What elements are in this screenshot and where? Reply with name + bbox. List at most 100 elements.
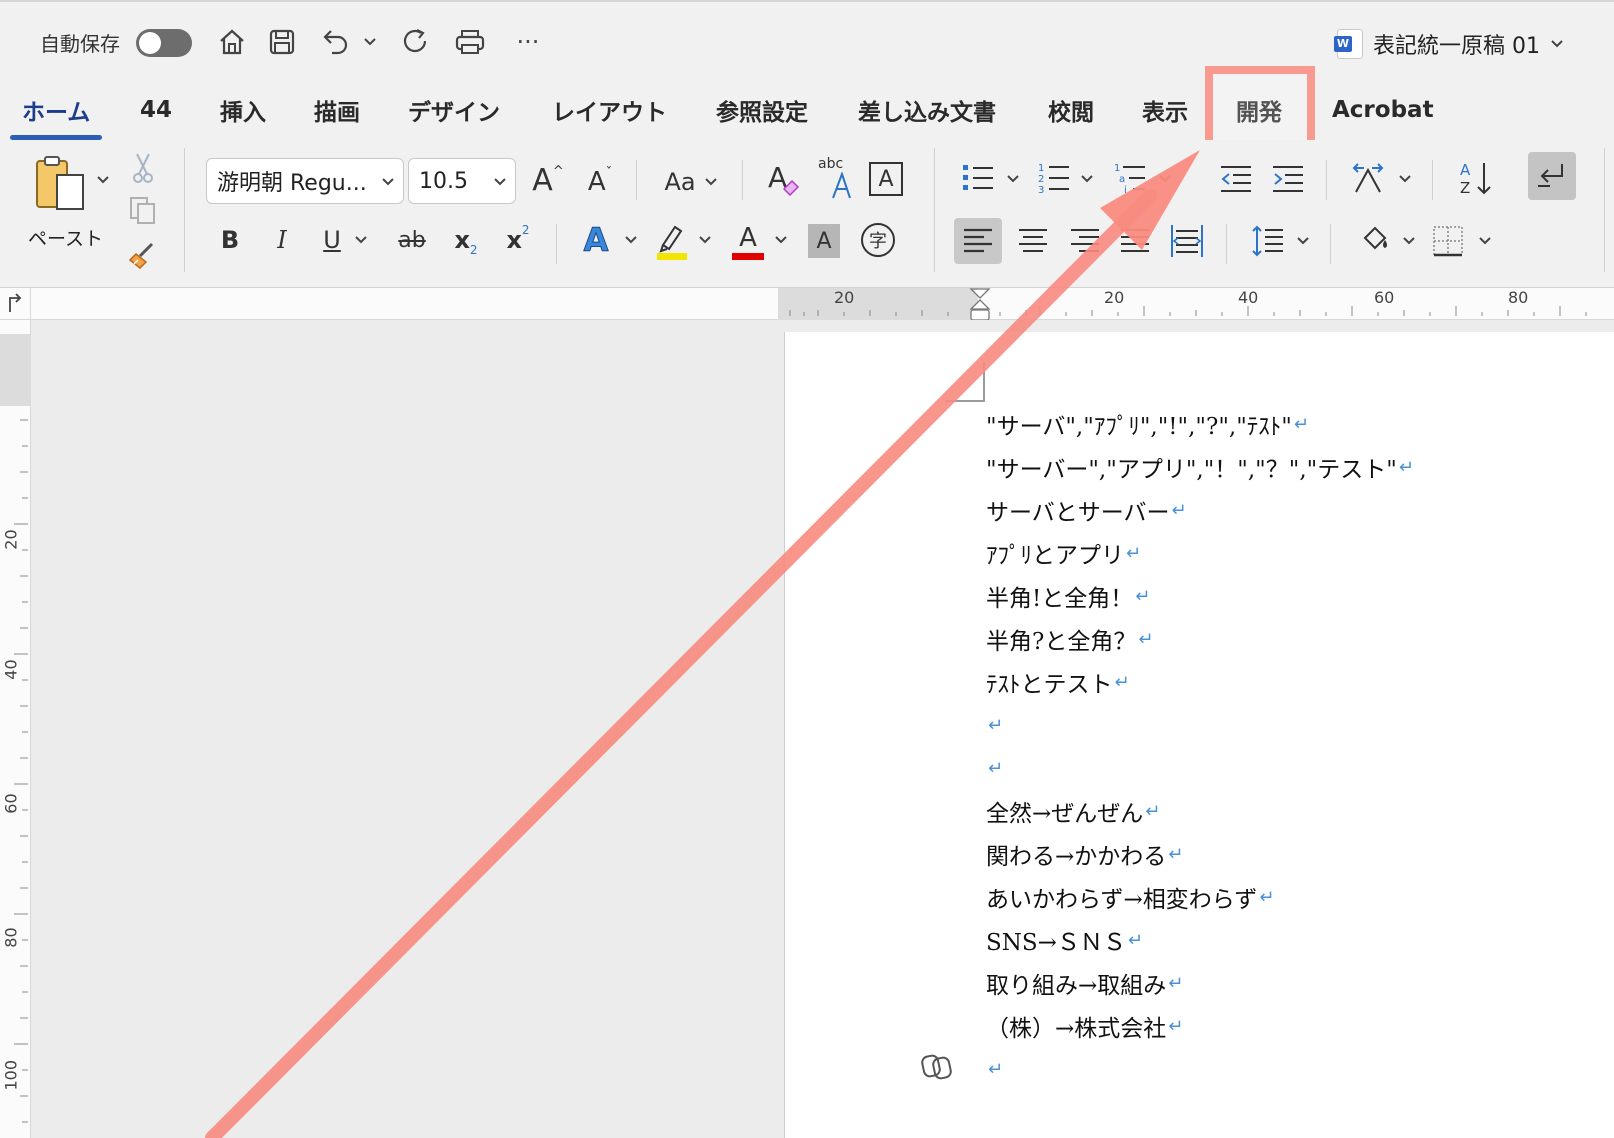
- line-spacing-chevron-icon[interactable]: [1294, 230, 1312, 252]
- copilot-icon[interactable]: [920, 1050, 954, 1084]
- enclose-characters-button[interactable]: 字: [858, 220, 898, 260]
- strikethrough-button[interactable]: ab: [392, 218, 432, 262]
- enclose-characters-label: 字: [861, 223, 895, 257]
- change-case-button[interactable]: Aa: [656, 160, 726, 204]
- tab-draw[interactable]: 描画: [314, 88, 360, 132]
- undo-dropdown-chevron-icon[interactable]: [360, 22, 380, 62]
- italic-button[interactable]: I: [264, 218, 300, 262]
- highlight-chevron-icon[interactable]: [696, 228, 714, 252]
- tab-home[interactable]: ホーム: [9, 88, 103, 140]
- bullets-icon[interactable]: [958, 158, 998, 198]
- font-name-dropdown[interactable]: 游明朝 Regu...: [206, 158, 404, 204]
- tab-view[interactable]: 表示: [1142, 88, 1188, 132]
- ribbon-toolbar: ペースト 游明朝 Regu... 10.5 A ^ Aˇ Aa A abc A B…: [0, 140, 1614, 288]
- grow-font-button[interactable]: A ^: [526, 158, 570, 202]
- doc-line[interactable]: 半角?と全角？ ↵: [986, 621, 1153, 657]
- separator: [184, 148, 185, 272]
- align-center-icon[interactable]: [1012, 220, 1054, 262]
- indent-marker-icon[interactable]: [968, 288, 992, 322]
- document-title[interactable]: 表記統一原稿 01: [1334, 24, 1564, 64]
- tab-design[interactable]: デザイン: [408, 88, 500, 132]
- sort-icon[interactable]: AZ: [1454, 156, 1498, 200]
- copy-icon[interactable]: [124, 192, 160, 228]
- paragraph-mark-icon: ↵: [1145, 800, 1161, 822]
- line-spacing-icon[interactable]: [1248, 218, 1288, 264]
- tab-layout[interactable]: レイアウト: [552, 88, 667, 132]
- caret-down-icon: ˇ: [605, 165, 613, 181]
- tab-44[interactable]: 44: [140, 88, 172, 132]
- doc-line[interactable]: ↵: [986, 707, 1003, 743]
- paste-label[interactable]: ペースト: [28, 224, 103, 251]
- doc-line[interactable]: "サーバー","アプリ","！","？","テスト" ↵: [986, 449, 1414, 485]
- redo-icon[interactable]: [398, 22, 434, 62]
- phonetic-guide-button[interactable]: abc: [814, 154, 858, 204]
- show-formatting-marks-icon[interactable]: [1528, 152, 1576, 200]
- decrease-indent-icon[interactable]: [1216, 158, 1256, 198]
- doc-line[interactable]: 関わる→かかわる ↵: [986, 836, 1183, 872]
- borders-icon[interactable]: [1428, 220, 1468, 262]
- save-icon[interactable]: [264, 22, 300, 62]
- doc-line[interactable]: ﾃｽﾄとテスト ↵: [986, 664, 1130, 700]
- doc-line[interactable]: ｱﾌﾟﾘとアプリ ↵: [986, 535, 1141, 571]
- underline-chevron-icon[interactable]: [352, 228, 370, 252]
- font-size-dropdown[interactable]: 10.5: [408, 158, 516, 204]
- shrink-font-button[interactable]: Aˇ: [580, 160, 620, 204]
- tab-mailings[interactable]: 差し込み文書: [858, 88, 996, 132]
- doc-line[interactable]: ↵: [986, 1051, 1003, 1087]
- horizontal-ruler[interactable]: 20 20 40 60 80: [0, 288, 1614, 322]
- multilevel-chevron-icon[interactable]: [1156, 168, 1174, 190]
- undo-icon[interactable]: [318, 22, 354, 62]
- subscript-button[interactable]: x2: [446, 218, 486, 262]
- autosave-toggle[interactable]: [136, 29, 192, 57]
- shading-bucket-icon[interactable]: [1354, 218, 1394, 264]
- tab-selector-icon[interactable]: [0, 288, 31, 320]
- multilevel-list-icon[interactable]: 1ai: [1110, 158, 1150, 198]
- print-icon[interactable]: [452, 22, 488, 62]
- tab-references[interactable]: 参照設定: [716, 88, 808, 132]
- tab-acrobat[interactable]: Acrobat: [1332, 88, 1434, 132]
- highlight-color-icon[interactable]: [652, 218, 692, 264]
- tab-review[interactable]: 校閲: [1048, 88, 1094, 132]
- tab-insert[interactable]: 挿入: [220, 88, 266, 132]
- text-effects-button[interactable]: A: [576, 216, 616, 264]
- borders-chevron-icon[interactable]: [1476, 230, 1494, 252]
- clear-formatting-icon[interactable]: A: [760, 154, 804, 204]
- paste-icon[interactable]: [28, 150, 92, 220]
- font-color-chevron-icon[interactable]: [772, 228, 790, 252]
- align-left-icon[interactable]: [954, 218, 1002, 264]
- increase-indent-icon[interactable]: [1268, 158, 1308, 198]
- bold-button[interactable]: B: [212, 218, 248, 262]
- align-right-icon[interactable]: [1064, 220, 1106, 262]
- vertical-ruler[interactable]: 20 40 60 80 100: [0, 320, 31, 1138]
- numbering-icon[interactable]: 123: [1034, 158, 1074, 198]
- doc-line[interactable]: SNS→ＳＮＳ ↵: [986, 922, 1143, 958]
- doc-line[interactable]: あいかわらず→相変わらず ↵: [986, 879, 1274, 915]
- doc-line[interactable]: "サーバ","ｱﾌﾟﾘ","!","?","ﾃｽﾄ" ↵: [986, 406, 1309, 442]
- text-direction-chevron-icon[interactable]: [1396, 168, 1414, 190]
- more-icon[interactable]: ···: [510, 22, 546, 62]
- doc-line[interactable]: 半角!と全角！ ↵: [986, 578, 1150, 614]
- doc-line[interactable]: （株）→株式会社 ↵: [986, 1008, 1183, 1044]
- shading-chevron-icon[interactable]: [1400, 230, 1418, 252]
- doc-line[interactable]: 全然→ぜんぜん ↵: [986, 793, 1160, 829]
- numbering-chevron-icon[interactable]: [1078, 168, 1096, 190]
- cut-icon[interactable]: [126, 150, 160, 186]
- font-color-button[interactable]: A: [728, 218, 768, 264]
- paragraph-mark-icon: ↵: [1168, 843, 1184, 865]
- doc-line[interactable]: ↵: [986, 750, 1003, 786]
- text-effects-chevron-icon[interactable]: [622, 228, 640, 252]
- superscript-button[interactable]: x2: [498, 218, 538, 262]
- character-shading-button[interactable]: A: [808, 224, 840, 258]
- bullets-chevron-icon[interactable]: [1004, 168, 1022, 190]
- justify-icon[interactable]: [1114, 220, 1156, 262]
- format-painter-icon[interactable]: [124, 236, 160, 272]
- doc-line[interactable]: サーバとサーバー ↵: [986, 492, 1187, 528]
- character-border-button[interactable]: A: [866, 158, 906, 200]
- home-icon[interactable]: [214, 22, 250, 62]
- ruler-label: 20: [1104, 288, 1125, 307]
- underline-button[interactable]: U: [314, 218, 350, 262]
- text-direction-icon[interactable]: [1348, 156, 1388, 200]
- distributed-icon[interactable]: [1166, 218, 1208, 264]
- paste-options-chevron-icon[interactable]: [94, 170, 112, 190]
- doc-line[interactable]: 取り組み→取組み ↵: [986, 965, 1183, 1001]
